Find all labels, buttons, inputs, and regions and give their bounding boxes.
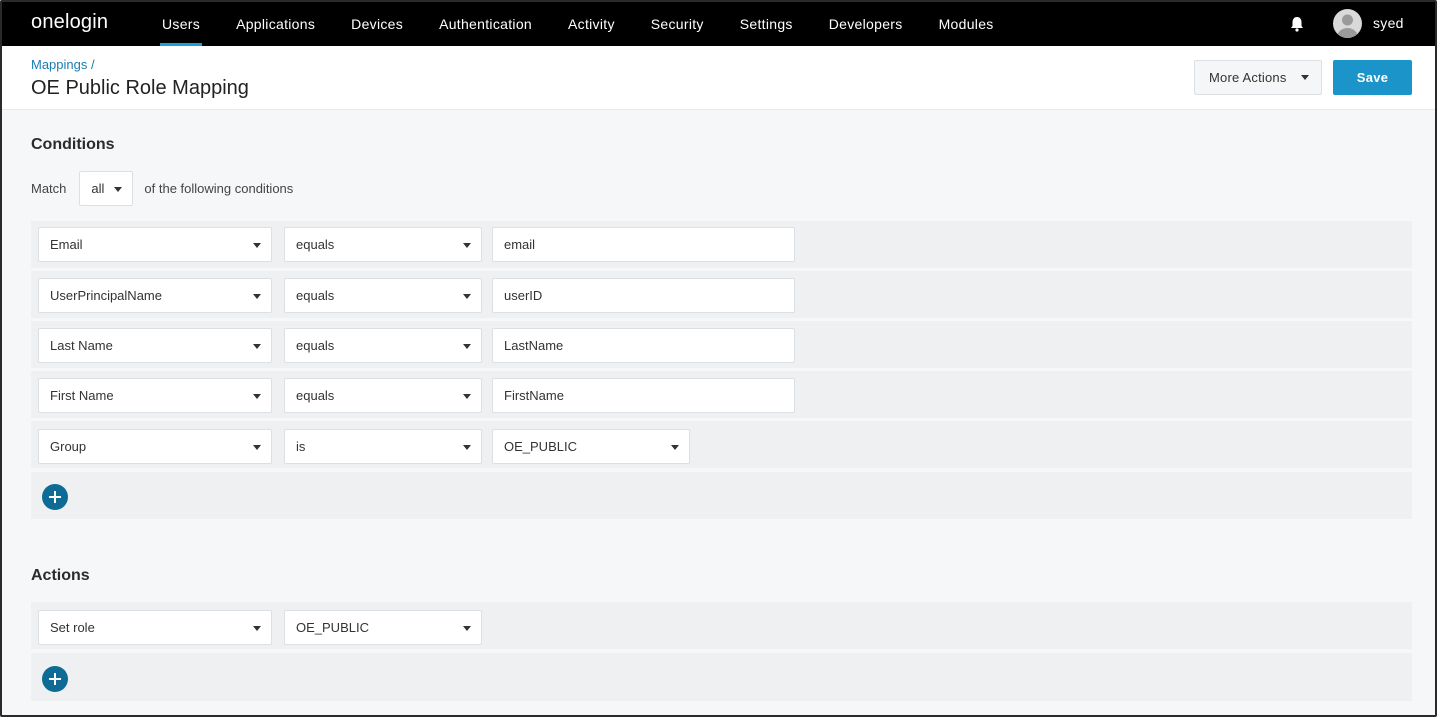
condition-row: Last Name equals LastName — [31, 321, 1412, 368]
page-title: OE Public Role Mapping — [31, 77, 249, 99]
add-action-button[interactable] — [42, 666, 68, 692]
nav-item-authentication[interactable]: Authentication — [421, 2, 550, 46]
match-select[interactable]: all — [79, 171, 134, 206]
action-type-value: Set role — [50, 620, 95, 635]
condition-field-select[interactable]: Last Name — [38, 328, 272, 363]
conditions-heading: Conditions — [31, 136, 115, 153]
condition-value-input[interactable]: LastName — [492, 328, 795, 363]
condition-field-value: Group — [50, 439, 87, 454]
breadcrumb-link-mappings[interactable]: Mappings / — [31, 57, 95, 72]
caret-down-icon — [463, 243, 471, 248]
caret-down-icon — [671, 445, 679, 450]
condition-field-value: UserPrincipalName — [50, 288, 162, 303]
caret-down-icon — [114, 187, 123, 192]
condition-field-select[interactable]: Email — [38, 227, 272, 262]
more-actions-button[interactable]: More Actions — [1194, 60, 1322, 95]
add-condition-row — [31, 472, 1412, 519]
condition-value-select[interactable]: OE_PUBLIC — [492, 429, 690, 464]
top-navigation-bar: onelogin Users Applications Devices Auth… — [2, 2, 1435, 46]
condition-operator-value: equals — [296, 288, 335, 303]
condition-operator-select[interactable]: equals — [284, 227, 482, 262]
username-menu[interactable]: syed — [1373, 15, 1404, 31]
condition-field-select[interactable]: UserPrincipalName — [38, 278, 272, 313]
add-condition-button[interactable] — [42, 484, 68, 510]
condition-operator-value: is — [296, 439, 306, 454]
onelogin-logo[interactable]: onelogin — [31, 11, 108, 34]
nav-item-modules[interactable]: Modules — [921, 2, 1012, 46]
condition-operator-value: equals — [296, 338, 335, 353]
actions-heading: Actions — [31, 567, 90, 584]
caret-down-icon — [253, 344, 261, 349]
caret-down-icon — [253, 394, 261, 399]
action-type-select[interactable]: Set role — [38, 610, 272, 645]
action-row: Set role OE_PUBLIC — [31, 602, 1412, 649]
match-label: Match — [31, 181, 67, 196]
condition-value-input[interactable]: FirstName — [492, 378, 795, 413]
condition-value-input[interactable]: userID — [492, 278, 795, 313]
caret-down-icon — [1301, 75, 1309, 80]
nav-item-developers[interactable]: Developers — [811, 2, 921, 46]
breadcrumb: Mappings / — [31, 57, 95, 72]
user-avatar-icon[interactable] — [1333, 9, 1362, 38]
nav-item-users[interactable]: Users — [144, 2, 218, 46]
add-action-row — [31, 653, 1412, 701]
bell-icon[interactable] — [1288, 15, 1306, 33]
caret-down-icon — [253, 626, 261, 631]
match-row: Match all of the following conditions — [31, 171, 293, 206]
condition-value-selected: OE_PUBLIC — [504, 439, 577, 454]
caret-down-icon — [463, 445, 471, 450]
nav-item-settings[interactable]: Settings — [722, 2, 811, 46]
condition-operator-select[interactable]: equals — [284, 328, 482, 363]
save-button[interactable]: Save — [1333, 60, 1412, 95]
condition-row: First Name equals FirstName — [31, 371, 1412, 418]
condition-operator-value: equals — [296, 388, 335, 403]
main-nav: Users Applications Devices Authenticatio… — [144, 2, 1012, 46]
caret-down-icon — [253, 294, 261, 299]
match-select-value: all — [91, 181, 105, 196]
nav-item-applications[interactable]: Applications — [218, 2, 333, 46]
condition-row: Email equals email — [31, 221, 1412, 268]
nav-item-activity[interactable]: Activity — [550, 2, 633, 46]
action-value-selected: OE_PUBLIC — [296, 620, 369, 635]
page-header: Mappings / OE Public Role Mapping More A… — [2, 46, 1435, 110]
condition-field-select[interactable]: Group — [38, 429, 272, 464]
app-window: onelogin Users Applications Devices Auth… — [0, 0, 1437, 717]
plus-icon — [49, 491, 61, 503]
caret-down-icon — [463, 344, 471, 349]
condition-row: Group is OE_PUBLIC — [31, 421, 1412, 468]
condition-operator-value: equals — [296, 237, 335, 252]
more-actions-label: More Actions — [1209, 70, 1287, 85]
caret-down-icon — [463, 626, 471, 631]
nav-item-devices[interactable]: Devices — [333, 2, 421, 46]
condition-field-value: Last Name — [50, 338, 113, 353]
caret-down-icon — [253, 445, 261, 450]
condition-operator-select[interactable]: is — [284, 429, 482, 464]
caret-down-icon — [463, 394, 471, 399]
action-value-select[interactable]: OE_PUBLIC — [284, 610, 482, 645]
condition-operator-select[interactable]: equals — [284, 378, 482, 413]
caret-down-icon — [463, 294, 471, 299]
condition-row: UserPrincipalName equals userID — [31, 271, 1412, 318]
plus-icon — [49, 673, 61, 685]
match-suffix-text: of the following conditions — [144, 181, 294, 196]
condition-field-select[interactable]: First Name — [38, 378, 272, 413]
condition-field-value: Email — [50, 237, 83, 252]
caret-down-icon — [253, 243, 261, 248]
nav-item-security[interactable]: Security — [633, 2, 722, 46]
condition-value-input[interactable]: email — [492, 227, 795, 262]
condition-field-value: First Name — [50, 388, 114, 403]
condition-operator-select[interactable]: equals — [284, 278, 482, 313]
